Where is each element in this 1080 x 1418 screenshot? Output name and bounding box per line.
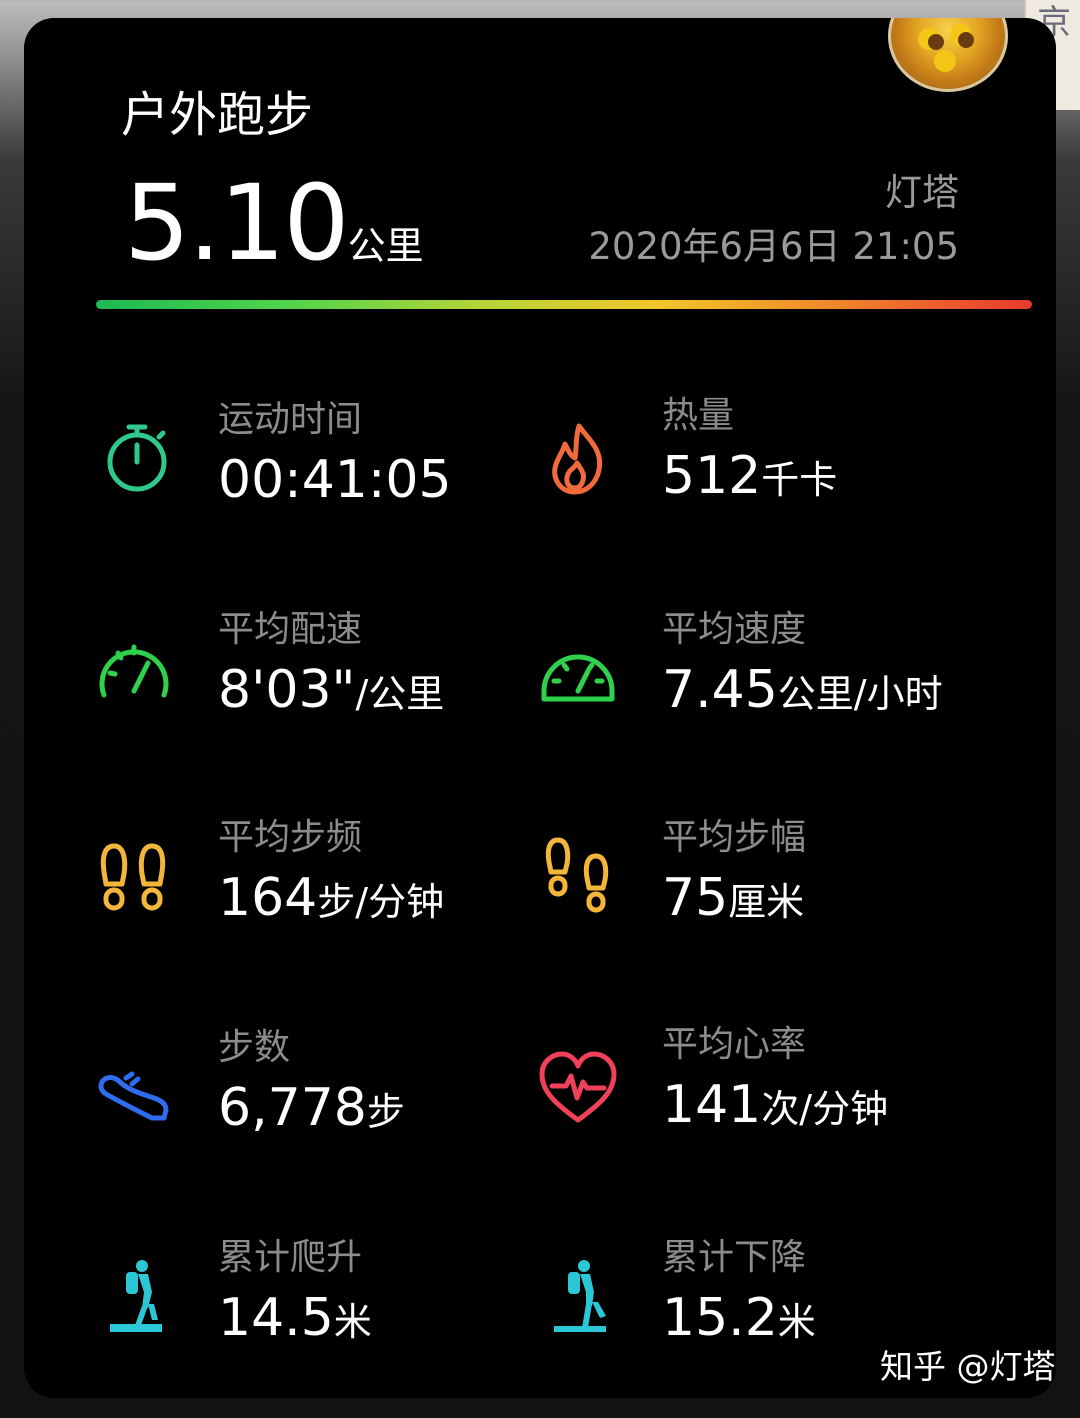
footprints-stride-icon [538,836,618,916]
stat-value: 00:41:05 [218,450,452,510]
stat-value: 7.45公里/小时 [662,660,943,720]
flame-icon [537,418,617,498]
intensity-gradient-bar [96,300,1032,309]
stat-value: 75厘米 [662,868,805,928]
stat-value: 6,778步 [218,1078,405,1138]
stat-label: 热量 [662,395,735,436]
hiker-climb-icon [104,1258,184,1338]
stopwatch-icon [97,418,177,498]
stat-label: 平均步频 [218,817,363,858]
workout-datetime: 2020年6月6日 21:05 [588,225,959,268]
source-watermark: 知乎 @灯塔 [880,1347,1056,1386]
stat-value: 15.2米 [662,1288,816,1348]
stat-label: 累计爬升 [218,1237,363,1278]
hiker-descend-icon [548,1258,628,1338]
avatar[interactable] [888,18,1008,92]
heart-rate-icon [538,1048,618,1128]
stat-label: 累计下降 [662,1237,807,1278]
stat-value: 141次/分钟 [662,1075,889,1135]
pace-gauge-icon [94,633,174,713]
distance-value: 5.10 [124,162,350,284]
location-label: 灯塔 [885,171,959,214]
footprints-icon [94,840,174,920]
stat-value: 8'03"/公里 [218,660,445,720]
stat-label: 平均速度 [662,609,807,650]
stat-label: 平均步幅 [662,817,807,858]
shoe-icon [96,1048,176,1128]
total-distance: 5.10公里 [124,168,424,278]
stat-value: 14.5米 [218,1288,372,1348]
stat-label: 运动时间 [218,399,363,440]
workout-type-title: 户外跑步 [121,87,314,143]
stat-label: 平均配速 [218,609,363,650]
workout-summary-card: 户外跑步 5.10公里 灯塔 2020年6月6日 21:05 运动时间 00:4… [24,18,1056,1398]
workout-meta: 灯塔 2020年6月6日 21:05 [588,170,959,272]
distance-unit: 公里 [347,224,424,268]
stat-label: 步数 [218,1027,291,1068]
stat-value: 512千卡 [662,446,838,506]
stat-label: 平均心率 [662,1024,807,1065]
stat-value: 164步/分钟 [218,868,445,928]
speedometer-icon [538,633,618,713]
